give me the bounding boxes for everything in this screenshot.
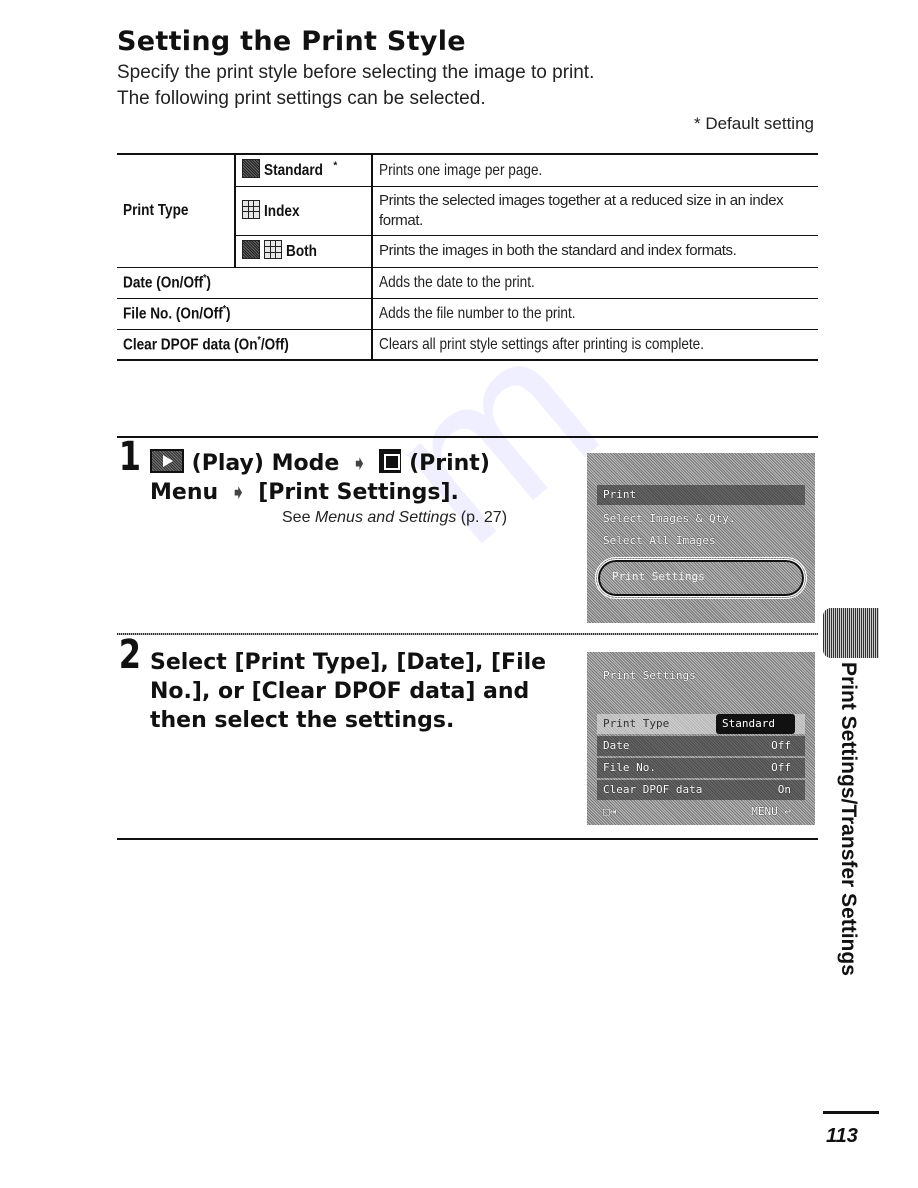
arrow-right-icon: ➧	[350, 451, 368, 475]
date-description: Adds the date to the print.	[372, 266, 818, 299]
lcd-header: Print	[597, 485, 805, 505]
table-row: Print Type Standard * Prints one image pe…	[117, 152, 818, 268]
both-description: Prints the images in both the standard a…	[372, 235, 818, 268]
lcd-selected-item: Print Settings	[595, 557, 807, 599]
standard-description: Prints one image per page.	[372, 152, 818, 187]
clear-dpof-label: Clear DPOF data (On*/Off)	[117, 328, 373, 362]
page-title: Setting the Print Style	[117, 26, 466, 57]
intro-line-1: Specify the print style before selecting…	[117, 62, 595, 83]
dotted-divider	[117, 633, 818, 635]
page-number: 113	[826, 1125, 858, 1147]
index-description: Prints the selected images together at a…	[372, 185, 818, 237]
lcd-footer: □⇥ MENU ↩	[603, 805, 791, 818]
file-no-description: Adds the file number to the print.	[372, 297, 818, 330]
page-number-rule	[823, 1111, 879, 1114]
print-type-label: Print Type	[117, 152, 235, 268]
lcd-menu-item: Select Images & Qty.	[603, 512, 736, 525]
lcd-print-menu: Print Select Images & Qty. Select All Im…	[587, 453, 815, 623]
step-2-number: 2	[118, 632, 142, 678]
standard-icon	[242, 240, 260, 260]
index-icon	[264, 240, 282, 260]
lcd-setting-row: Clear DPOF data On	[597, 780, 805, 800]
index-icon	[242, 199, 260, 219]
section-divider	[117, 436, 818, 438]
step-2-text: Select [Print Type], [Date], [File No.],…	[150, 650, 547, 733]
file-no-label: File No. (On/Off*)	[117, 297, 373, 330]
play-mode-icon	[150, 449, 184, 473]
chapter-tab	[823, 608, 879, 658]
default-setting-note: * Default setting	[693, 114, 814, 133]
arrow-right-icon: ➧	[229, 480, 247, 504]
date-label: Date (On/Off*)	[117, 266, 373, 299]
print-icon	[379, 449, 402, 473]
see-reference: See Menus and Settings (p. 27)	[282, 509, 508, 526]
lcd-header: Print Settings	[603, 669, 696, 682]
standard-icon	[242, 159, 260, 178]
intro-line-2: The following print settings can be sele…	[117, 88, 486, 109]
lcd-setting-row: Date Off	[597, 736, 805, 756]
lcd-print-settings: Print Settings Print Type Standard Date Of…	[587, 652, 815, 825]
print-type-index: Index	[234, 185, 373, 237]
print-settings-table: Print Type Standard * Prints one image pe…	[117, 152, 818, 362]
lcd-setting-row: Print Type Standard	[597, 714, 805, 734]
chapter-title: Print Settings/Transfer Settings	[837, 662, 860, 976]
print-type-standard: Standard *	[234, 152, 373, 187]
step-1-number: 1	[118, 434, 142, 480]
step-1-text: (Play) Mode ➧ (Print) Menu ➧ [Print Sett…	[150, 449, 490, 505]
print-type-both: Both	[234, 235, 373, 268]
lcd-setting-row: File No. Off	[597, 758, 805, 778]
lcd-menu-item: Select All Images	[603, 534, 716, 547]
clear-dpof-description: Clears all print style settings after pr…	[372, 328, 818, 362]
section-divider	[117, 838, 818, 840]
table-row: Clear DPOF data (On*/Off) Clears all pri…	[117, 328, 818, 362]
table-row: File No. (On/Off*) Adds the file number …	[117, 297, 818, 330]
table-row: Date (On/Off*) Adds the date to the prin…	[117, 266, 818, 299]
